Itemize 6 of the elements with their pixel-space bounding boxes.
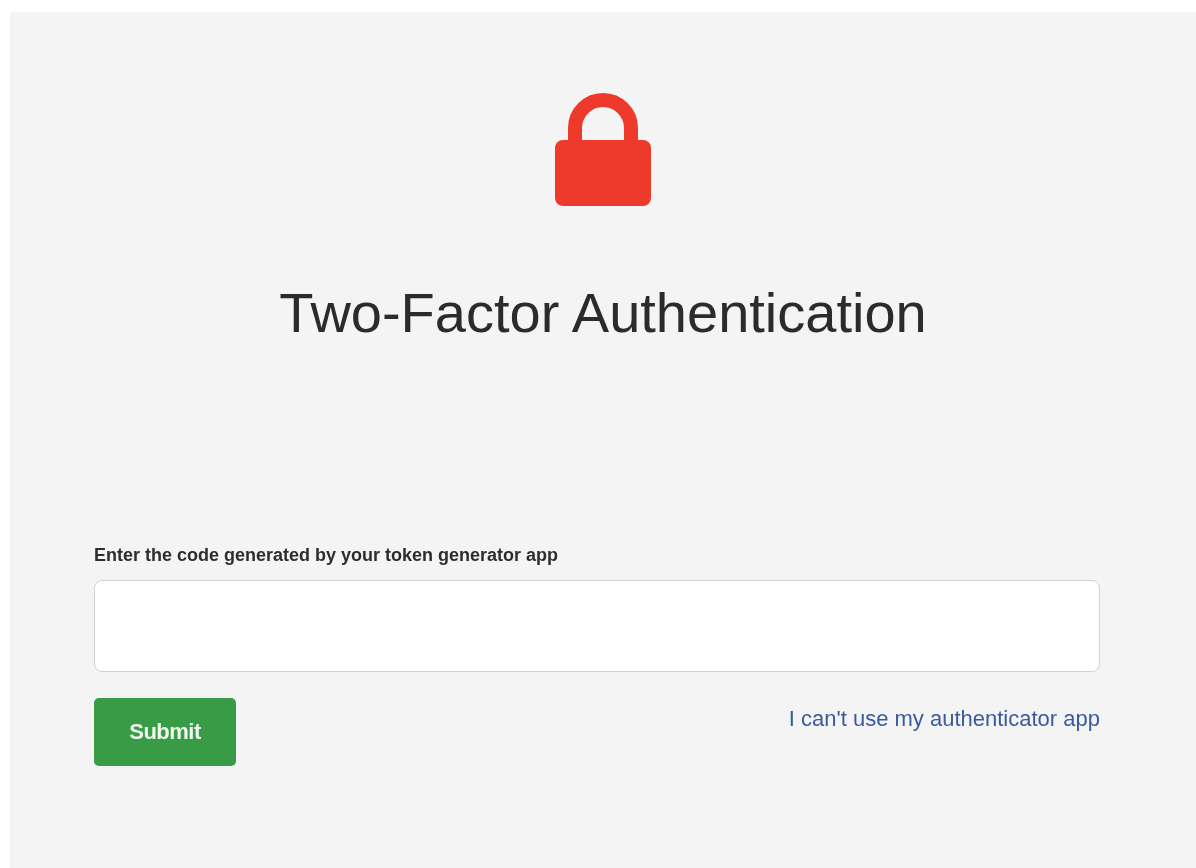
authenticator-help-link[interactable]: I can't use my authenticator app [788,706,1100,732]
code-input-field[interactable] [94,580,1100,672]
code-label: Enter the code generated by your token generator app [94,545,560,566]
page-title: Two-Factor Authentication [279,280,927,345]
lock-icon [555,92,651,206]
submit-button[interactable]: Submit [94,698,236,766]
